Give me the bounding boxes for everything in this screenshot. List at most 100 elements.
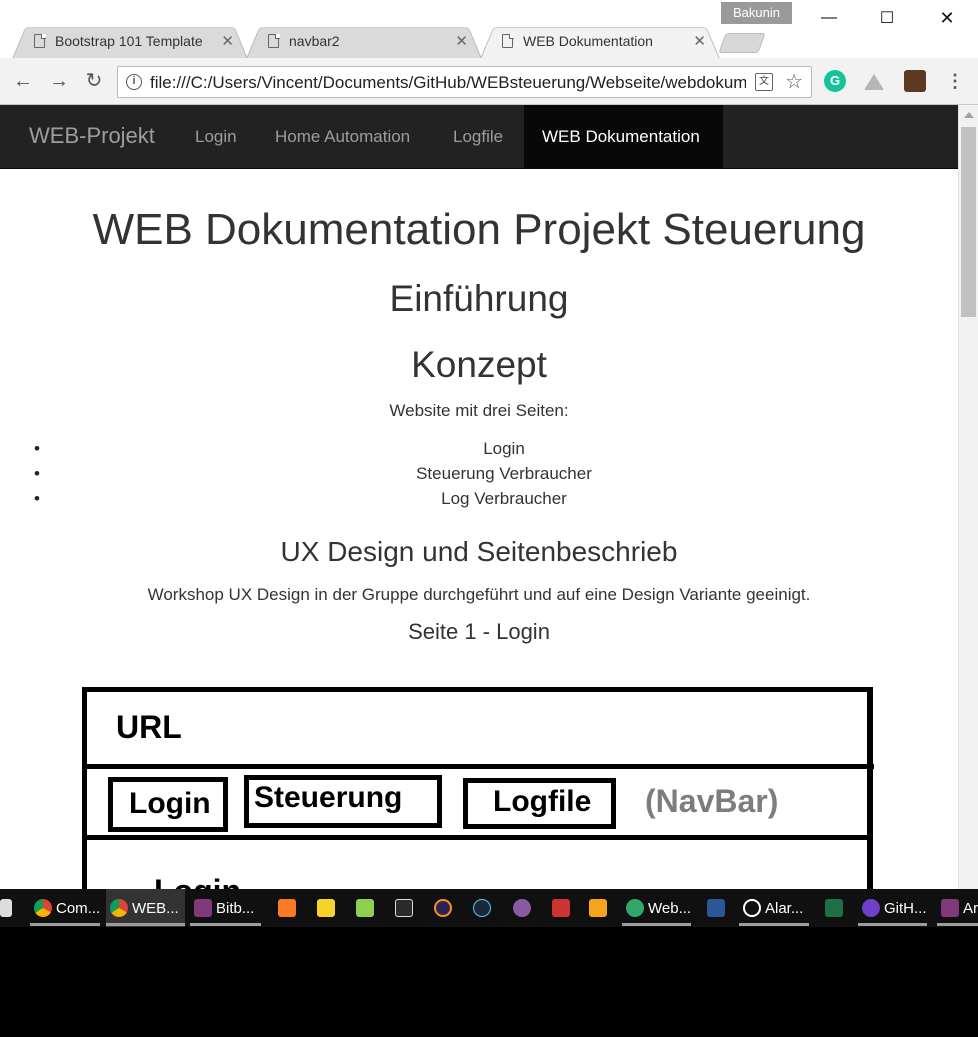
- avatar-extension-icon[interactable]: [904, 70, 926, 92]
- taskbar-item-onenote2[interactable]: Ar: [937, 889, 978, 927]
- app-icon: [552, 899, 570, 917]
- taskbar-item-web[interactable]: Web...: [622, 889, 691, 927]
- login-sketch-image: URL Login Steuerung Logfile (NavBar) Log…: [82, 687, 874, 889]
- menu-icon[interactable]: ⋮: [942, 68, 968, 94]
- close-icon[interactable]: ✕: [693, 32, 706, 50]
- info-icon[interactable]: i: [126, 74, 142, 90]
- sketch-divider: [82, 835, 872, 840]
- close-icon[interactable]: ✕: [221, 32, 234, 50]
- taskbar-item-word[interactable]: [703, 889, 729, 927]
- page-title: WEB Dokumentation Projekt Steuerung: [92, 205, 866, 254]
- close-icon[interactable]: ✕: [455, 32, 468, 50]
- tab-title: navbar2: [289, 33, 340, 49]
- taskbar-label: WEB...: [132, 899, 179, 917]
- close-window-icon[interactable]: ✕: [924, 4, 970, 32]
- translate-icon[interactable]: 文: [755, 73, 773, 91]
- windows-taskbar: Com... WEB... Bitb... Web... Alar... Git…: [0, 889, 978, 927]
- calendar-icon: [0, 899, 12, 917]
- sketch-logfile-label: Logfile: [493, 785, 592, 818]
- ux-text: Workshop UX Design in der Gruppe durchge…: [147, 585, 811, 604]
- maximize-icon[interactable]: ☐: [864, 4, 910, 32]
- tab-bootstrap[interactable]: Bootstrap 101 Template ✕: [12, 23, 248, 59]
- taskbar-label: Com...: [56, 899, 101, 917]
- scroll-up-icon[interactable]: [964, 112, 974, 118]
- terminal-icon: [395, 899, 413, 917]
- page-viewport: WEB-Projekt Login Home Automation Logfil…: [0, 105, 978, 889]
- taskbar-item-app[interactable]: [313, 889, 339, 927]
- sketch-content-label: Login: [154, 873, 241, 889]
- site-navbar: WEB-Projekt Login Home Automation Logfil…: [0, 105, 958, 169]
- taskbar-label: Web...: [648, 899, 692, 917]
- calendar-icon[interactable]: [0, 889, 18, 927]
- taskbar-item-onenote[interactable]: Bitb...: [190, 889, 261, 927]
- page-icon: [34, 33, 46, 48]
- minimize-icon[interactable]: —: [806, 4, 852, 32]
- taskbar-item-chrome[interactable]: Com...: [30, 889, 100, 927]
- sketch-url-label: URL: [116, 709, 182, 745]
- url-text[interactable]: file:///C:/Users/Vincent/Documents/GitHu…: [150, 73, 746, 93]
- github-icon: [862, 899, 880, 917]
- forward-icon[interactable]: →: [46, 68, 72, 94]
- list-item: Log Verbraucher: [34, 489, 958, 509]
- browser-toolbar: ← → ↻ i file:///C:/Users/Vincent/Documen…: [0, 58, 978, 105]
- taskbar-item-excel[interactable]: [821, 889, 847, 927]
- taskbar-item-alarm[interactable]: Alar...: [739, 889, 809, 927]
- chrome-icon: [34, 899, 52, 917]
- taskbar-item-eclipse[interactable]: [430, 889, 456, 927]
- onenote-icon: [194, 899, 212, 917]
- reload-icon[interactable]: ↻: [81, 68, 107, 94]
- scrollbar-thumb[interactable]: [961, 127, 976, 317]
- tab-web-dokumentation[interactable]: WEB Dokumentation ✕: [480, 23, 720, 59]
- alarm-icon: [743, 899, 761, 917]
- nav-item-login[interactable]: Login: [177, 105, 255, 168]
- back-icon[interactable]: ←: [10, 68, 36, 94]
- ux-heading: UX Design und Seitenbeschrieb: [280, 536, 678, 567]
- nav-item-web-dokumentation[interactable]: WEB Dokumentation: [524, 105, 723, 168]
- word-icon: [707, 899, 725, 917]
- app-icon: [317, 899, 335, 917]
- navbar-brand[interactable]: WEB-Projekt: [29, 123, 155, 149]
- browser-titlebar: Bootstrap 101 Template ✕ navbar2 ✕ WEB D…: [0, 0, 978, 59]
- app-icon: [513, 899, 531, 917]
- new-tab-button[interactable]: [718, 33, 766, 53]
- excel-icon: [825, 899, 843, 917]
- taskbar-item-xampp[interactable]: [274, 889, 300, 927]
- bookmark-star-icon[interactable]: ☆: [785, 69, 803, 94]
- web-icon: [626, 899, 644, 917]
- taskbar-item-notepad[interactable]: [352, 889, 378, 927]
- xampp-icon: [278, 899, 296, 917]
- chrome-icon: [110, 899, 128, 917]
- address-bar[interactable]: i file:///C:/Users/Vincent/Documents/Git…: [117, 66, 812, 98]
- taskbar-item-app2[interactable]: [509, 889, 535, 927]
- tab-navbar2[interactable]: navbar2 ✕: [246, 23, 482, 59]
- screen: Bootstrap 101 Template ✕ navbar2 ✕ WEB D…: [0, 0, 978, 1037]
- sketch-login-label: Login: [129, 787, 211, 820]
- page-icon: [268, 33, 280, 48]
- concept-heading: Konzept: [411, 344, 547, 385]
- page1-heading: Seite 1 - Login: [408, 619, 550, 644]
- drive-icon[interactable]: [864, 72, 884, 90]
- taskbar-item-terminal[interactable]: [391, 889, 417, 927]
- page-icon: [502, 33, 514, 48]
- notepad-icon: [356, 899, 374, 917]
- taskbar-item-media[interactable]: [585, 889, 611, 927]
- grammarly-icon[interactable]: G: [824, 70, 846, 92]
- nav-item-home-automation[interactable]: Home Automation: [257, 105, 428, 168]
- list-item: Steuerung Verbraucher: [34, 464, 958, 484]
- taskbar-item-github[interactable]: GitH...: [858, 889, 927, 927]
- page-scrollbar[interactable]: [958, 105, 978, 889]
- nav-item-logfile[interactable]: Logfile: [435, 105, 521, 168]
- taskbar-label: Ar: [963, 899, 978, 917]
- taskbar-item-chrome-web[interactable]: WEB...: [106, 889, 185, 927]
- black-area: [0, 927, 978, 1037]
- tab-title: Bootstrap 101 Template: [55, 33, 203, 49]
- onenote-icon: [941, 899, 959, 917]
- sketch-divider: [82, 764, 874, 769]
- taskbar-item-app3[interactable]: [548, 889, 574, 927]
- profile-badge[interactable]: Bakunin: [721, 2, 792, 24]
- tab-title: WEB Dokumentation: [523, 33, 653, 49]
- taskbar-item-steam[interactable]: [469, 889, 495, 927]
- taskbar-label: GitH...: [884, 899, 927, 917]
- sketch-right-edge: [868, 687, 873, 889]
- steam-icon: [473, 899, 491, 917]
